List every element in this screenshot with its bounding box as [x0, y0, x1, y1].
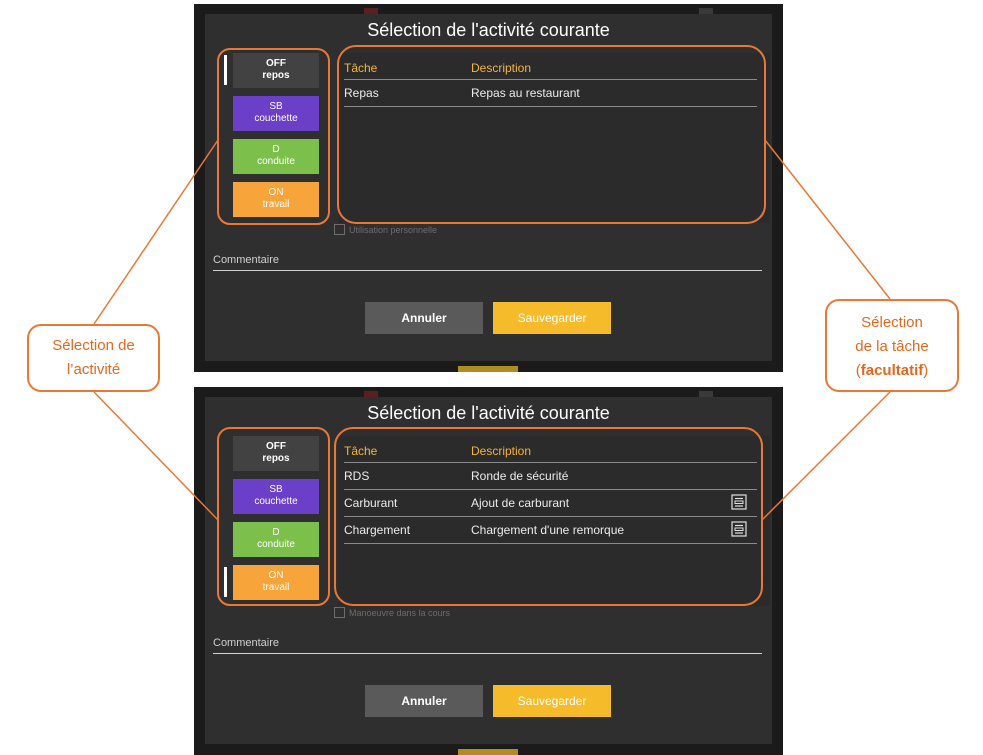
callout-line: Sélection de — [52, 337, 135, 354]
callout-line: l’activité — [66, 361, 121, 378]
task-callout: Sélection de la tâche (facultatif) — [825, 299, 959, 392]
task-highlight — [337, 45, 766, 224]
connector-line — [93, 139, 219, 325]
activity-highlight — [217, 427, 330, 606]
task-highlight — [334, 427, 763, 606]
callout-line: Sélection — [861, 314, 923, 331]
connector-line — [93, 391, 219, 521]
activity-callout: Sélection de l’activité — [27, 324, 160, 392]
connector-line — [761, 391, 891, 521]
callout-line: de la tâche — [855, 338, 929, 355]
activity-highlight — [217, 48, 330, 225]
callout-line: (facultatif) — [827, 359, 957, 383]
connector-line — [764, 139, 891, 300]
optional-emphasis: facultatif — [860, 362, 924, 379]
paren-close: ) — [923, 362, 929, 379]
